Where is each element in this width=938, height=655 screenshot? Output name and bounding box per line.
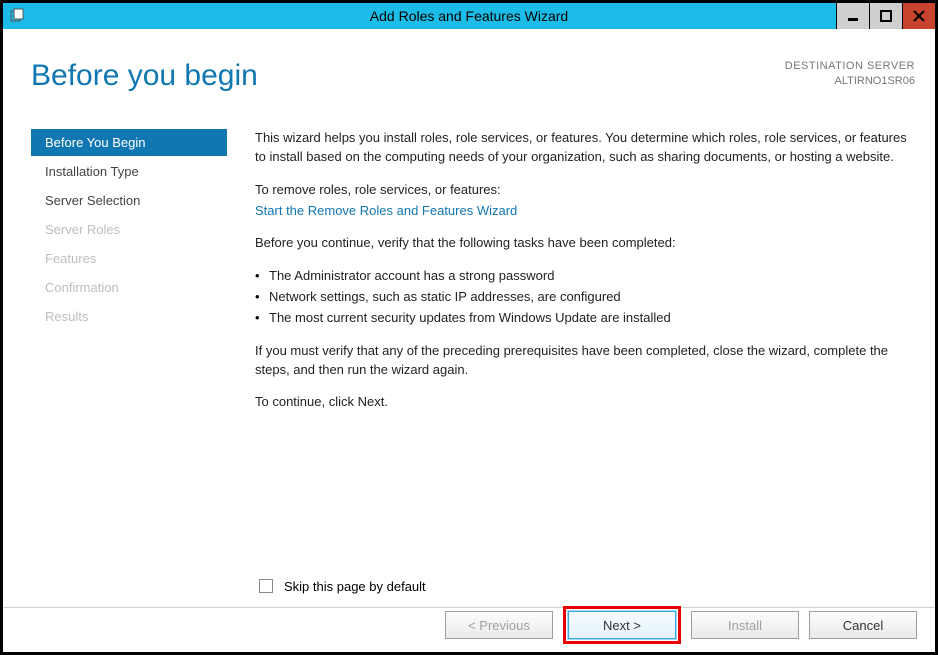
install-button: Install (691, 611, 799, 639)
minimize-button[interactable] (836, 3, 869, 29)
skip-page-checkbox-row[interactable]: Skip this page by default (255, 576, 426, 596)
before-continue-text: Before you continue, verify that the fol… (255, 234, 915, 253)
wizard-steps: Before You Begin Installation Type Serve… (31, 129, 227, 332)
destination-label: DESTINATION SERVER (785, 59, 915, 74)
skip-page-checkbox[interactable] (259, 579, 273, 593)
step-results: Results (31, 303, 227, 330)
prereq-item: The Administrator account has a strong p… (255, 267, 915, 286)
step-installation-type[interactable]: Installation Type (31, 158, 227, 185)
wizard-button-bar: < Previous Next > Install Cancel (445, 606, 917, 644)
skip-page-label: Skip this page by default (284, 579, 426, 594)
step-before-you-begin[interactable]: Before You Begin (31, 129, 227, 156)
page-title: Before you begin (31, 59, 258, 93)
wizard-window: Add Roles and Features Wizard Before you… (0, 0, 938, 655)
prereq-item: Network settings, such as static IP addr… (255, 288, 915, 307)
remove-roles-link[interactable]: Start the Remove Roles and Features Wiza… (255, 202, 517, 221)
cancel-button[interactable]: Cancel (809, 611, 917, 639)
close-button[interactable] (902, 3, 935, 29)
step-features: Features (31, 245, 227, 272)
prerequisite-list: The Administrator account has a strong p… (255, 267, 915, 328)
next-button[interactable]: Next > (568, 611, 676, 639)
step-confirmation: Confirmation (31, 274, 227, 301)
destination-value: ALTIRNO1SR06 (785, 74, 915, 89)
continue-note-text: To continue, click Next. (255, 393, 915, 412)
intro-text: This wizard helps you install roles, rol… (255, 129, 915, 167)
app-icon (9, 8, 25, 24)
destination-server: DESTINATION SERVER ALTIRNO1SR06 (785, 59, 915, 90)
step-server-selection[interactable]: Server Selection (31, 187, 227, 214)
prereq-item: The most current security updates from W… (255, 309, 915, 328)
content-area: This wizard helps you install roles, rol… (255, 129, 915, 562)
previous-button: < Previous (445, 611, 553, 639)
next-button-highlight: Next > (563, 606, 681, 644)
title-bar: Add Roles and Features Wizard (3, 3, 935, 29)
maximize-button[interactable] (869, 3, 902, 29)
verify-note-text: If you must verify that any of the prece… (255, 342, 915, 380)
remove-intro-text: To remove roles, role services, or featu… (255, 181, 915, 200)
step-server-roles: Server Roles (31, 216, 227, 243)
window-title: Add Roles and Features Wizard (370, 8, 568, 24)
